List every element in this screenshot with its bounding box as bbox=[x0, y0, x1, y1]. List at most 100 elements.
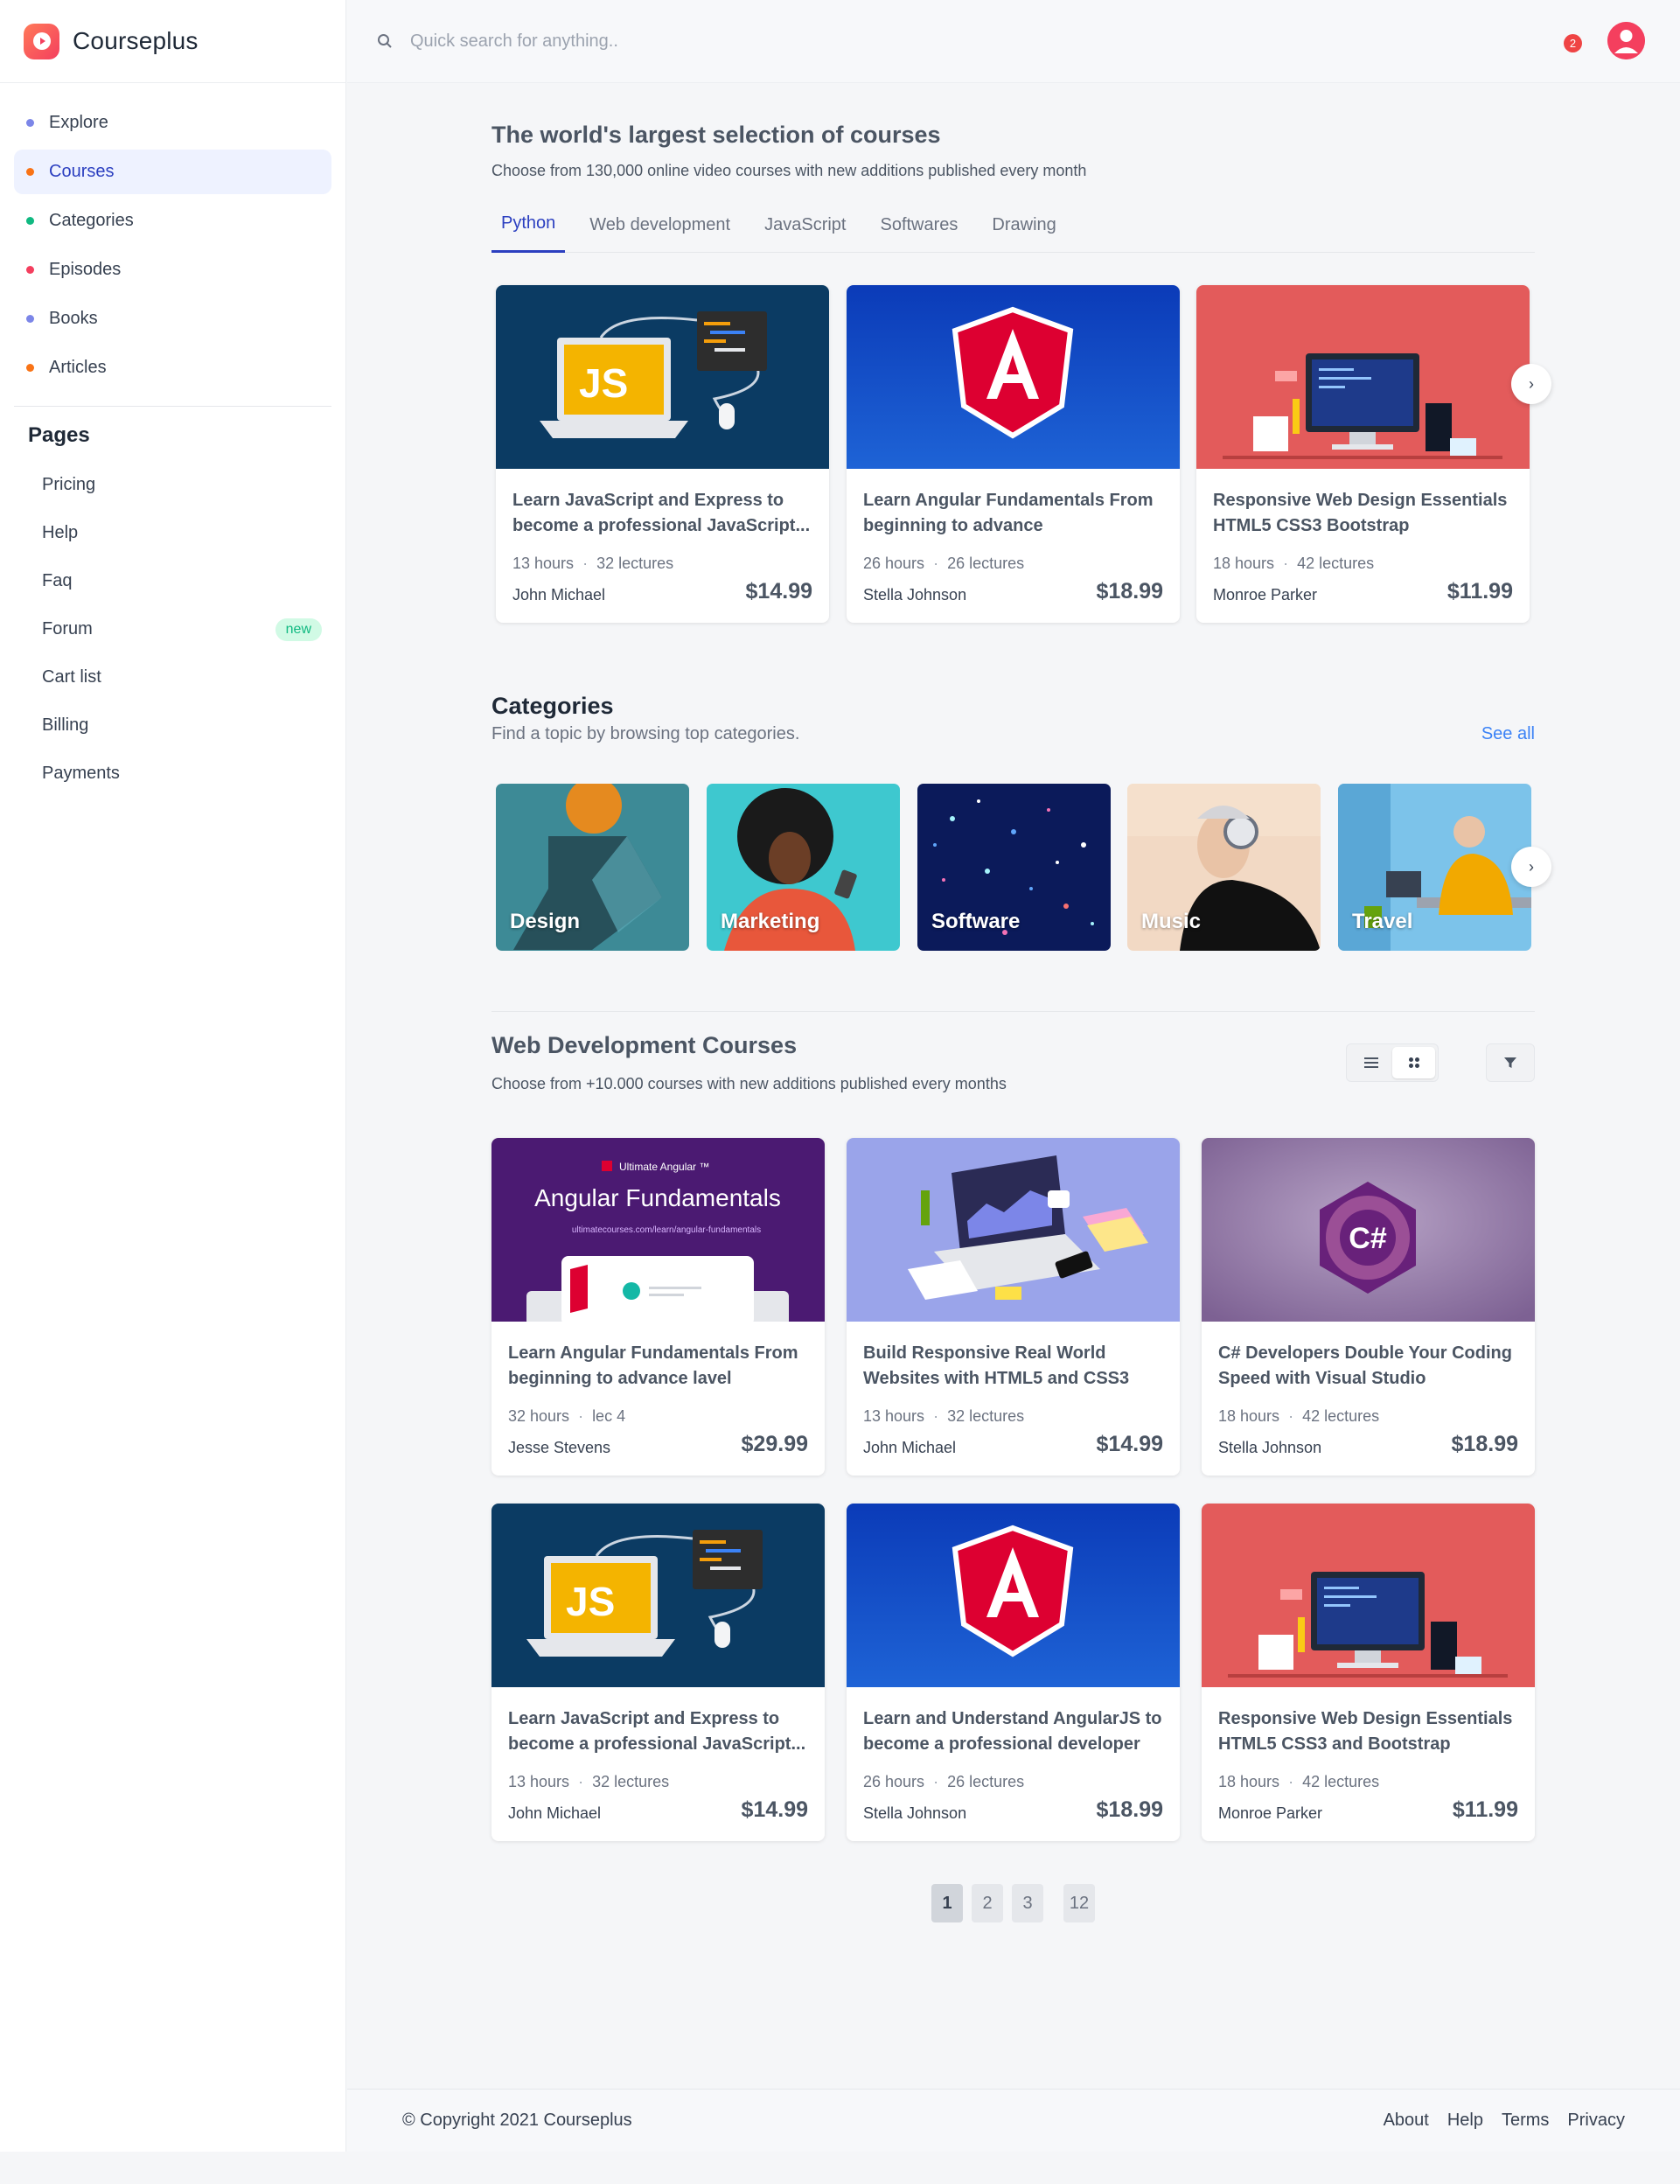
page-button-1[interactable]: 1 bbox=[931, 1884, 963, 1922]
page-link-label: Cart list bbox=[42, 667, 101, 687]
course-author: John Michael bbox=[508, 1804, 602, 1822]
course-title[interactable]: Learn and Understand AngularJS to become… bbox=[863, 1706, 1163, 1757]
course-card[interactable]: Responsive Web Design Essentials HTML5 C… bbox=[1202, 1504, 1535, 1841]
tab-javascript[interactable]: JavaScript bbox=[755, 197, 855, 253]
sidebar-item-label: Books bbox=[49, 309, 98, 328]
course-card[interactable]: Build Responsive Real World Websites wit… bbox=[847, 1138, 1180, 1476]
course-card[interactable]: C# C# Developers Double Your Coding Spee… bbox=[1202, 1138, 1535, 1476]
sidebar-item-label: Courses bbox=[49, 162, 115, 181]
page-link-pricing[interactable]: Pricing bbox=[0, 461, 345, 509]
page-button-3[interactable]: 3 bbox=[1012, 1884, 1043, 1922]
course-meta: 13 hours · 32 lectures bbox=[512, 555, 673, 573]
sidebar-nav: Explore Courses Categories Episodes Book… bbox=[0, 83, 345, 390]
course-title[interactable]: Responsive Web Design Essentials HTML5 C… bbox=[1213, 488, 1513, 539]
see-all-link[interactable]: See all bbox=[1481, 724, 1535, 744]
brand[interactable]: Courseplus bbox=[0, 0, 345, 83]
page-link-label: Billing bbox=[42, 715, 89, 735]
course-card[interactable]: JS Learn JavaScript and Express to becom… bbox=[491, 1504, 825, 1841]
course-title[interactable]: Learn JavaScript and Express to become a… bbox=[512, 488, 812, 539]
page-link-help[interactable]: Help bbox=[0, 509, 345, 557]
page-link-label: Payments bbox=[42, 764, 120, 783]
course-card[interactable]: Learn and Understand AngularJS to become… bbox=[847, 1504, 1180, 1841]
category-tile-design[interactable]: Design bbox=[496, 784, 689, 951]
angular-thumbnail bbox=[847, 285, 1180, 469]
filter-button[interactable] bbox=[1486, 1043, 1535, 1082]
chevron-right-icon: › bbox=[1529, 374, 1534, 393]
course-author: Stella Johnson bbox=[863, 586, 967, 604]
page-link-label: Forum bbox=[42, 619, 93, 638]
page-link-cart-list[interactable]: Cart list bbox=[0, 653, 345, 701]
dot-icon bbox=[26, 119, 34, 127]
course-card[interactable]: Learn Angular Fundamentals From beginnin… bbox=[847, 285, 1180, 623]
footer-link-terms[interactable]: Terms bbox=[1502, 2111, 1549, 2131]
course-meta: 18 hours · 42 lectures bbox=[1218, 1773, 1379, 1791]
footer: © Copyright 2021 Courseplus About Help T… bbox=[347, 2089, 1680, 2152]
page-button-2[interactable]: 2 bbox=[972, 1884, 1003, 1922]
category-tile-software[interactable]: Software bbox=[917, 784, 1111, 951]
page-link-payments[interactable]: Payments bbox=[0, 750, 345, 798]
footer-link-about[interactable]: About bbox=[1384, 2111, 1429, 2131]
svg-text:JS: JS bbox=[579, 360, 628, 406]
list-view-button[interactable] bbox=[1349, 1047, 1392, 1078]
course-meta: 26 hours · 26 lectures bbox=[863, 555, 1024, 573]
footer-link-help[interactable]: Help bbox=[1447, 2111, 1483, 2131]
copyright: © Copyright 2021 Courseplus bbox=[402, 2111, 632, 2130]
footer-link-privacy[interactable]: Privacy bbox=[1567, 2111, 1625, 2131]
notification-badge[interactable]: 2 bbox=[1564, 34, 1582, 52]
sidebar-item-books[interactable]: Books bbox=[14, 297, 331, 341]
course-title[interactable]: Learn Angular Fundamentals From beginnin… bbox=[863, 488, 1163, 539]
course-title[interactable]: Build Responsive Real World Websites wit… bbox=[863, 1341, 1163, 1392]
dot-icon bbox=[26, 217, 34, 225]
page-title: The world's largest selection of courses bbox=[491, 122, 941, 148]
sidebar-item-explore[interactable]: Explore bbox=[14, 101, 331, 145]
sidebar-item-courses[interactable]: Courses bbox=[14, 150, 331, 194]
course-card[interactable]: JS Learn JavaScript and Express to becom… bbox=[496, 285, 829, 623]
page-link-faq[interactable]: Faq bbox=[0, 557, 345, 605]
tab-web-development[interactable]: Web development bbox=[580, 197, 740, 253]
category-label: Marketing bbox=[721, 910, 820, 933]
page-button-12[interactable]: 12 bbox=[1063, 1884, 1095, 1922]
sidebar-item-articles[interactable]: Articles bbox=[14, 345, 331, 390]
categories-title: Categories bbox=[491, 693, 614, 719]
carousel-next-button[interactable]: › bbox=[1511, 364, 1551, 404]
course-author: John Michael bbox=[863, 1439, 957, 1456]
avatar[interactable] bbox=[1607, 22, 1645, 59]
web-dev-subtitle: Choose from +10.000 courses with new add… bbox=[491, 1075, 1007, 1092]
search-icon[interactable] bbox=[376, 31, 394, 51]
page-link-label: Pricing bbox=[42, 475, 96, 494]
tab-softwares[interactable]: Softwares bbox=[870, 197, 967, 253]
grid-view-button[interactable] bbox=[1392, 1047, 1435, 1078]
pages-title: Pages bbox=[28, 423, 90, 447]
course-card[interactable]: Responsive Web Design Essentials HTML5 C… bbox=[1196, 285, 1530, 623]
course-card[interactable]: Ultimate Angular ™ Angular Fundamentals … bbox=[491, 1138, 825, 1476]
course-hours: 13 hours bbox=[512, 555, 575, 572]
thumb-badge: Ultimate Angular ™ bbox=[619, 1161, 709, 1173]
angular-thumbnail bbox=[847, 1504, 1180, 1687]
course-price: $11.99 bbox=[1446, 579, 1513, 604]
page-link-label: Faq bbox=[42, 571, 73, 590]
page-link-billing[interactable]: Billing bbox=[0, 701, 345, 750]
course-hours: 18 hours bbox=[1218, 1407, 1280, 1425]
search-input[interactable] bbox=[410, 31, 935, 52]
course-title[interactable]: Learn JavaScript and Express to become a… bbox=[508, 1706, 808, 1757]
sidebar-item-label: Categories bbox=[49, 211, 134, 230]
course-price: $29.99 bbox=[741, 1432, 808, 1456]
category-label: Music bbox=[1141, 910, 1202, 933]
category-tile-travel[interactable]: Travel bbox=[1338, 784, 1531, 951]
course-author: Monroe Parker bbox=[1213, 586, 1318, 604]
category-tile-marketing[interactable]: Marketing bbox=[707, 784, 900, 951]
course-title[interactable]: C# Developers Double Your Coding Speed w… bbox=[1218, 1341, 1518, 1392]
tab-drawing[interactable]: Drawing bbox=[982, 197, 1065, 253]
tab-python[interactable]: Python bbox=[491, 197, 566, 253]
course-title[interactable]: Responsive Web Design Essentials HTML5 C… bbox=[1218, 1706, 1518, 1757]
category-tile-music[interactable]: Music bbox=[1127, 784, 1321, 951]
sidebar-item-episodes[interactable]: Episodes bbox=[14, 248, 331, 292]
page-link-forum[interactable]: Forum new bbox=[0, 605, 345, 653]
sidebar-item-label: Episodes bbox=[49, 260, 122, 279]
course-meta: 18 hours · 42 lectures bbox=[1213, 555, 1374, 573]
course-title[interactable]: Learn Angular Fundamentals From beginnin… bbox=[508, 1341, 808, 1392]
course-meta: 13 hours · 32 lectures bbox=[863, 1407, 1024, 1426]
carousel-next-button[interactable]: › bbox=[1511, 847, 1551, 887]
sidebar-item-categories[interactable]: Categories bbox=[14, 199, 331, 243]
course-hours: 26 hours bbox=[863, 1773, 925, 1790]
